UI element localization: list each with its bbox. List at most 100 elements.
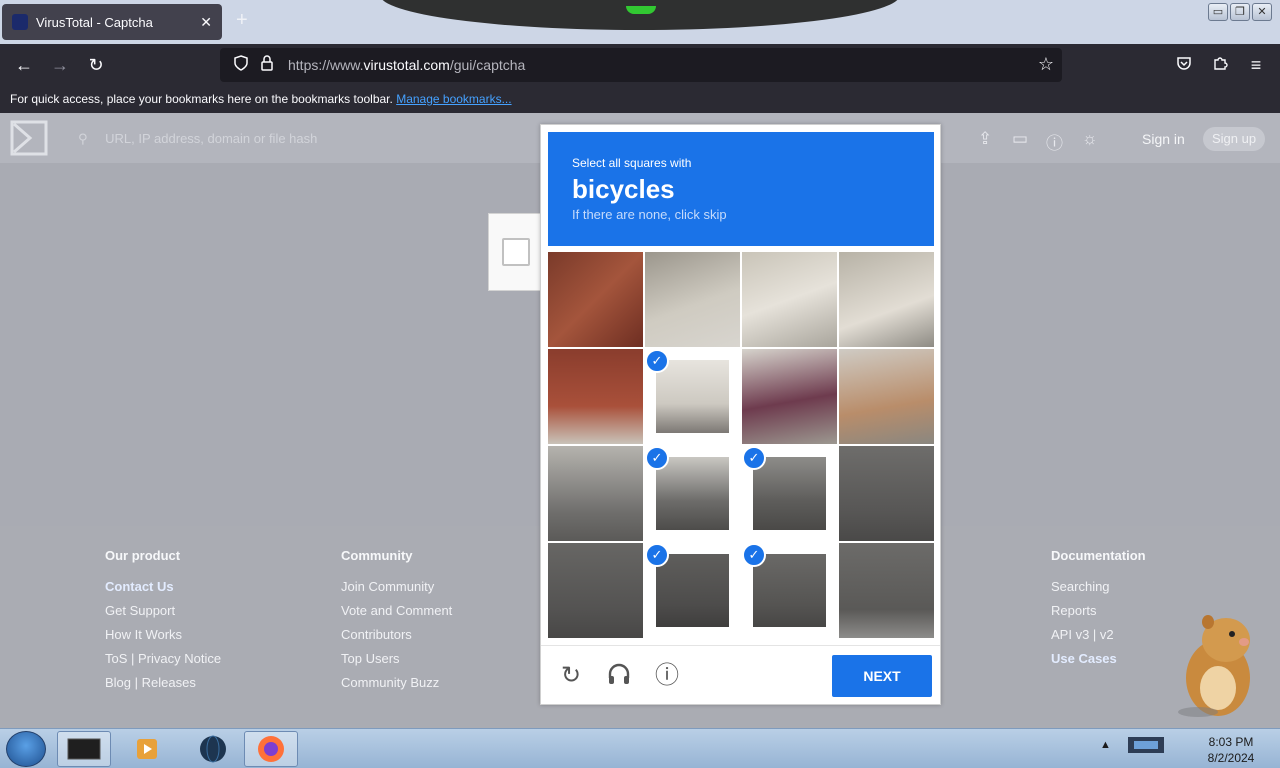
info-icon[interactable]: ⓘ xyxy=(653,662,681,690)
captcha-tile-image xyxy=(548,543,643,638)
next-button[interactable]: NEXT xyxy=(832,655,932,697)
url-text[interactable]: https://www.virustotal.com/gui/captcha xyxy=(288,57,525,73)
tray-expand-icon[interactable]: ▲ xyxy=(1100,739,1111,751)
taskbar-firefox[interactable] xyxy=(244,731,298,767)
taskbar-terminal-app[interactable] xyxy=(57,731,111,767)
tab-title: VirusTotal - Captcha xyxy=(36,14,153,30)
captcha-tile-image xyxy=(548,349,643,444)
captcha-tile-image xyxy=(839,252,934,347)
globe-icon xyxy=(200,735,226,763)
footer-link[interactable]: API v3 | v2 xyxy=(1051,627,1146,651)
sign-up-button[interactable]: Sign up xyxy=(1203,127,1265,151)
manage-bookmarks-link[interactable]: Manage bookmarks... xyxy=(396,92,511,106)
reload-icon[interactable]: ↻ xyxy=(84,53,108,77)
captcha-tile[interactable] xyxy=(839,543,934,638)
captcha-footer: ↻ ⓘ NEXT xyxy=(541,645,940,705)
hamster-mascot-icon xyxy=(1178,615,1250,717)
captcha-tile[interactable]: ✓ xyxy=(645,446,740,541)
footer-link[interactable]: How It Works xyxy=(105,627,221,651)
captcha-tile[interactable] xyxy=(742,252,837,347)
captcha-tile-image xyxy=(753,554,826,627)
captcha-tile-image xyxy=(742,252,837,347)
window-controls: ▭ ❐ ✕ xyxy=(1208,3,1272,21)
footer-link[interactable]: Blog | Releases xyxy=(105,675,221,699)
network-tray-icon[interactable] xyxy=(1114,733,1174,757)
extensions-icon[interactable] xyxy=(1208,53,1232,77)
captcha-tile[interactable] xyxy=(742,349,837,444)
captcha-tile[interactable] xyxy=(839,446,934,541)
windows-taskbar: ▲ 8:03 PM 8/2/2024 xyxy=(0,728,1280,768)
shield-icon[interactable] xyxy=(230,55,252,75)
address-bar[interactable]: https://www.virustotal.com/gui/captcha ☆ xyxy=(220,48,1062,82)
captcha-tile-image xyxy=(753,457,826,530)
bookmark-star-icon[interactable]: ☆ xyxy=(1038,54,1054,75)
captcha-tile-image xyxy=(656,554,729,627)
footer-link[interactable]: Join Community xyxy=(341,579,452,603)
footer-link[interactable]: Reports xyxy=(1051,603,1146,627)
footer-link[interactable]: Searching xyxy=(1051,579,1146,603)
footer-link[interactable]: Contributors xyxy=(341,627,452,651)
captcha-tile-image xyxy=(839,349,934,444)
minimize-button[interactable]: ▭ xyxy=(1208,3,1228,21)
taskbar-globe-app[interactable] xyxy=(186,731,240,767)
footer-heading: Documentation xyxy=(1051,548,1146,563)
captcha-challenge-dialog: Select all squares with bicycles If ther… xyxy=(540,124,941,705)
footer-link[interactable]: Top Users xyxy=(341,651,452,675)
captcha-checkbox[interactable] xyxy=(502,238,530,266)
captcha-tile[interactable]: ✓ xyxy=(742,446,837,541)
tab-strip: VirusTotal - Captcha ✕ + ▭ ❐ ✕ xyxy=(0,0,1280,44)
theme-toggle-icon[interactable]: ☼ xyxy=(1082,129,1098,149)
sign-in-link[interactable]: Sign in xyxy=(1142,131,1185,147)
new-tab-button[interactable]: + xyxy=(236,10,248,30)
captcha-tile[interactable]: ✓ xyxy=(645,543,740,638)
upload-icon[interactable]: ⇪ xyxy=(978,129,992,149)
audio-challenge-icon[interactable] xyxy=(605,662,633,690)
footer-link[interactable]: ToS | Privacy Notice xyxy=(105,651,221,675)
media-player-icon xyxy=(137,739,157,759)
taskbar-media-player[interactable] xyxy=(120,731,174,767)
help-icon[interactable]: ⓘ xyxy=(1046,129,1063,154)
captcha-tile[interactable] xyxy=(548,446,643,541)
captcha-tile-image xyxy=(548,252,643,347)
search-input[interactable]: URL, IP address, domain or file hash xyxy=(105,131,317,146)
close-window-button[interactable]: ✕ xyxy=(1252,3,1272,21)
window-notch xyxy=(380,0,900,30)
captcha-tile[interactable] xyxy=(548,543,643,638)
menu-hamburger-icon[interactable]: ≡ xyxy=(1244,53,1268,77)
back-arrow-icon[interactable]: ← xyxy=(12,53,36,77)
footer-link[interactable]: Get Support xyxy=(105,603,221,627)
checkmark-icon: ✓ xyxy=(645,446,669,470)
checkmark-icon: ✓ xyxy=(645,349,669,373)
captcha-tile[interactable]: ✓ xyxy=(645,349,740,444)
search-bar[interactable]: ⚲ URL, IP address, domain or file hash xyxy=(78,131,317,147)
pocket-icon[interactable] xyxy=(1172,53,1196,77)
footer-column-documentation: Documentation Searching Reports API v3 |… xyxy=(1051,548,1146,675)
chat-icon[interactable]: ▭ xyxy=(1012,129,1028,149)
captcha-target: bicycles xyxy=(572,174,675,204)
captcha-tile-image xyxy=(645,252,740,347)
virustotal-favicon-icon xyxy=(12,14,28,30)
tab-virustotal[interactable]: VirusTotal - Captcha ✕ xyxy=(2,4,222,40)
footer-link[interactable]: Community Buzz xyxy=(341,675,452,699)
taskbar-clock[interactable]: 8:03 PM 8/2/2024 xyxy=(1196,734,1266,766)
footer-link[interactable]: Contact Us xyxy=(105,579,221,603)
captcha-tile-image xyxy=(839,543,934,638)
captcha-tile[interactable] xyxy=(548,252,643,347)
bookmarks-toolbar: For quick access, place your bookmarks h… xyxy=(0,86,1280,113)
captcha-tile[interactable] xyxy=(839,252,934,347)
captcha-tile[interactable] xyxy=(548,349,643,444)
restore-button[interactable]: ❐ xyxy=(1230,3,1250,21)
lock-icon[interactable] xyxy=(256,55,278,75)
start-button[interactable] xyxy=(6,731,46,767)
captcha-tile[interactable]: ✓ xyxy=(742,543,837,638)
captcha-tile[interactable] xyxy=(839,349,934,444)
forward-arrow-icon[interactable]: → xyxy=(48,53,72,77)
tab-close-icon[interactable]: ✕ xyxy=(200,14,212,31)
footer-link[interactable]: Vote and Comment xyxy=(341,603,452,627)
captcha-tile[interactable] xyxy=(645,252,740,347)
reload-challenge-icon[interactable]: ↻ xyxy=(557,662,585,690)
captcha-hint: If there are none, click skip xyxy=(572,207,727,222)
firefox-icon xyxy=(258,736,284,762)
footer-link[interactable]: Use Cases xyxy=(1051,651,1146,675)
virustotal-logo-icon[interactable] xyxy=(10,120,48,156)
